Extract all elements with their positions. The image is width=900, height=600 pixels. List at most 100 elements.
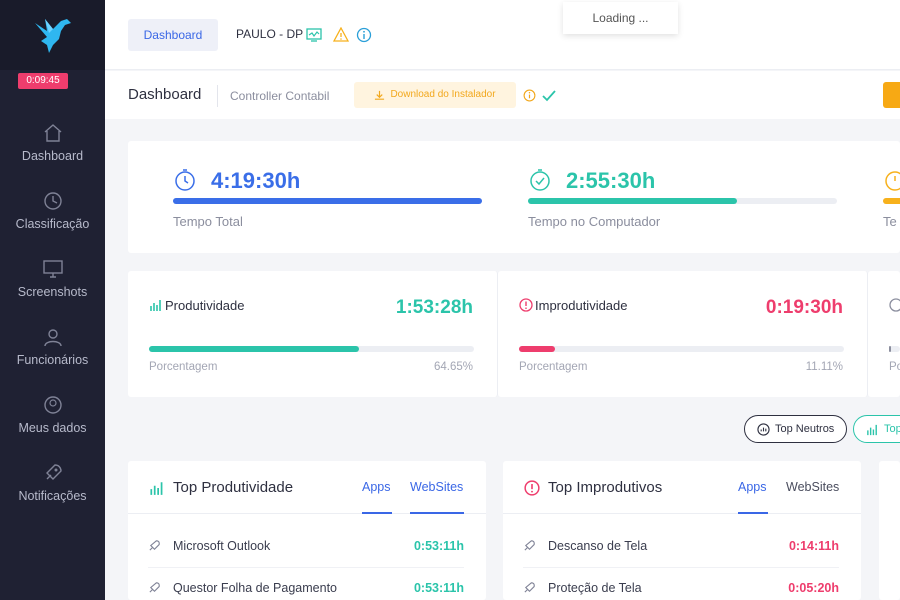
unproductivity-percent: 11.11% [805,361,843,373]
user-name: PAULO - DP [236,27,304,41]
total-time-value: 4:19:30h [211,168,301,193]
sidebar-item-funcionarios[interactable]: Funcionários [0,326,105,394]
tab-websites[interactable]: WebSites [786,480,839,494]
tab-dashboard[interactable]: Dashboard [128,19,218,51]
productivity-title: Produtividade [165,298,245,313]
row-divider [148,567,464,568]
info-icon[interactable] [523,89,536,102]
third-time-label: Te [883,214,897,229]
neutral-footer: Po [889,361,900,373]
third-time-bar-fill [883,198,900,204]
row-time: 0:53:11h [413,581,464,595]
tab-underline [410,512,464,514]
row-label: Descanso de Tela [548,539,648,553]
neutral-icon [889,298,900,312]
download-icon [375,90,385,100]
neutral-bar [889,346,900,352]
rocket-icon [149,582,160,593]
top-neutral-label: Top Neutros [775,423,835,435]
bar-chart-icon [867,424,877,435]
rocket-icon [524,582,535,593]
divider [217,85,218,107]
sidebar-item-label: Dashboard [21,149,84,163]
row-time: 0:53:11h [413,539,464,553]
productivity-bar [149,346,474,352]
warning-icon[interactable] [333,27,349,43]
top-productive-button[interactable]: Top [853,415,900,443]
alert-circle-icon [519,298,533,312]
row-label: Microsoft Outlook [173,539,271,553]
sub-header: Dashboard Controller Contabil Download d… [105,71,900,119]
tab-underline [362,512,392,514]
rocket-icon [149,540,160,551]
sidebar-item-label: Meus dados [18,421,87,435]
loading-toast: Loading ... [563,2,678,34]
company-link[interactable]: Controller Contabil [230,89,329,103]
productivity-value: 1:53:28h [395,297,473,318]
tab-apps[interactable]: Apps [362,480,391,494]
page-title: Dashboard [128,86,202,103]
total-time-bar [173,198,482,204]
info-icon[interactable] [356,27,372,43]
unproductivity-bar-fill [519,346,556,352]
sidebar-nav: Dashboard Classificação Screenshots Func… [0,122,105,530]
home-icon [44,124,61,142]
row-time: 0:14:11h [788,539,839,553]
computer-time-icon [530,169,550,191]
logo[interactable] [0,0,105,70]
download-installer-button[interactable]: Download do Instalador [354,82,516,108]
time-summary-card: 4:19:30h Tempo Total 2:55:30h Tempo no C… [128,141,900,253]
row-divider [523,567,839,568]
list-item[interactable]: Proteção de Tela 0:05:20h [523,581,839,600]
computer-time-value: 2:55:30h [566,168,656,193]
tab-apps[interactable]: Apps [738,480,767,494]
session-timer: 0:09:45 [18,73,68,89]
top-unproductive-card: Top Improdutivos Apps WebSites Descanso … [503,461,861,600]
top-productivity-card: Top Produtividade Apps WebSites Microsof… [128,461,486,600]
tab-underline [738,512,768,514]
list-header: Top Produtividade Apps WebSites [128,461,486,514]
neutral-chart-icon [757,422,770,436]
productivity-card: Produtividade 1:53:28h Porcentagem 64.65… [128,271,498,397]
sidebar-item-label: Classificação [15,217,90,231]
list-title: Top Improdutivos [548,479,663,496]
computer-time-bar-fill [528,198,737,204]
sidebar-item-meus-dados[interactable]: Meus dados [0,394,105,462]
third-time-bar [883,198,900,204]
sidebar-item-notificacoes[interactable]: Notificações [0,462,105,530]
list-item[interactable]: Microsoft Outlook 0:53:11h [148,539,464,581]
sidebar: 0:09:45 Dashboard Classificação Screensh… [0,0,105,600]
sidebar-item-label: Notificações [18,489,87,503]
row-label: Proteção de Tela [548,581,642,595]
neutral-bar-fill [889,346,892,352]
row-time: 0:05:20h [788,581,839,595]
productivity-percent: 64.65% [433,361,473,373]
header-action-button[interactable] [883,82,900,108]
sidebar-item-dashboard[interactable]: Dashboard [0,122,105,190]
monitor-activity-icon[interactable] [306,27,322,43]
unproductivity-footer: Porcentagem [519,361,588,373]
hummingbird-logo-icon [34,19,71,53]
unproductivity-bar [519,346,844,352]
neutral-card: Po [868,271,900,397]
timer-icon [885,171,900,191]
globe-user-icon [43,396,62,414]
alert-circle-icon [524,480,540,496]
computer-time-label: Tempo no Computador [528,214,661,229]
tab-websites[interactable]: WebSites [410,480,463,494]
download-label: Download do Instalador [390,89,496,100]
sidebar-item-screenshots[interactable]: Screenshots [0,258,105,326]
list-header: Top Improdutivos Apps WebSites [503,461,861,514]
list-item[interactable]: Descanso de Tela 0:14:11h [523,539,839,581]
list-title: Top Produtividade [173,479,294,496]
top-neutral-button[interactable]: Top Neutros [744,415,848,443]
total-time-bar-fill [173,198,482,204]
bar-chart-icon [150,482,163,495]
sidebar-item-label: Screenshots [17,285,88,299]
sidebar-item-classificacao[interactable]: Classificação [0,190,105,258]
unproductivity-value: 0:19:30h [765,297,843,318]
rocket-icon [524,540,535,551]
list-item[interactable]: Questor Folha de Pagamento 0:53:11h [148,581,464,600]
top-productive-label: Top [884,423,900,435]
third-list-card [879,461,900,600]
